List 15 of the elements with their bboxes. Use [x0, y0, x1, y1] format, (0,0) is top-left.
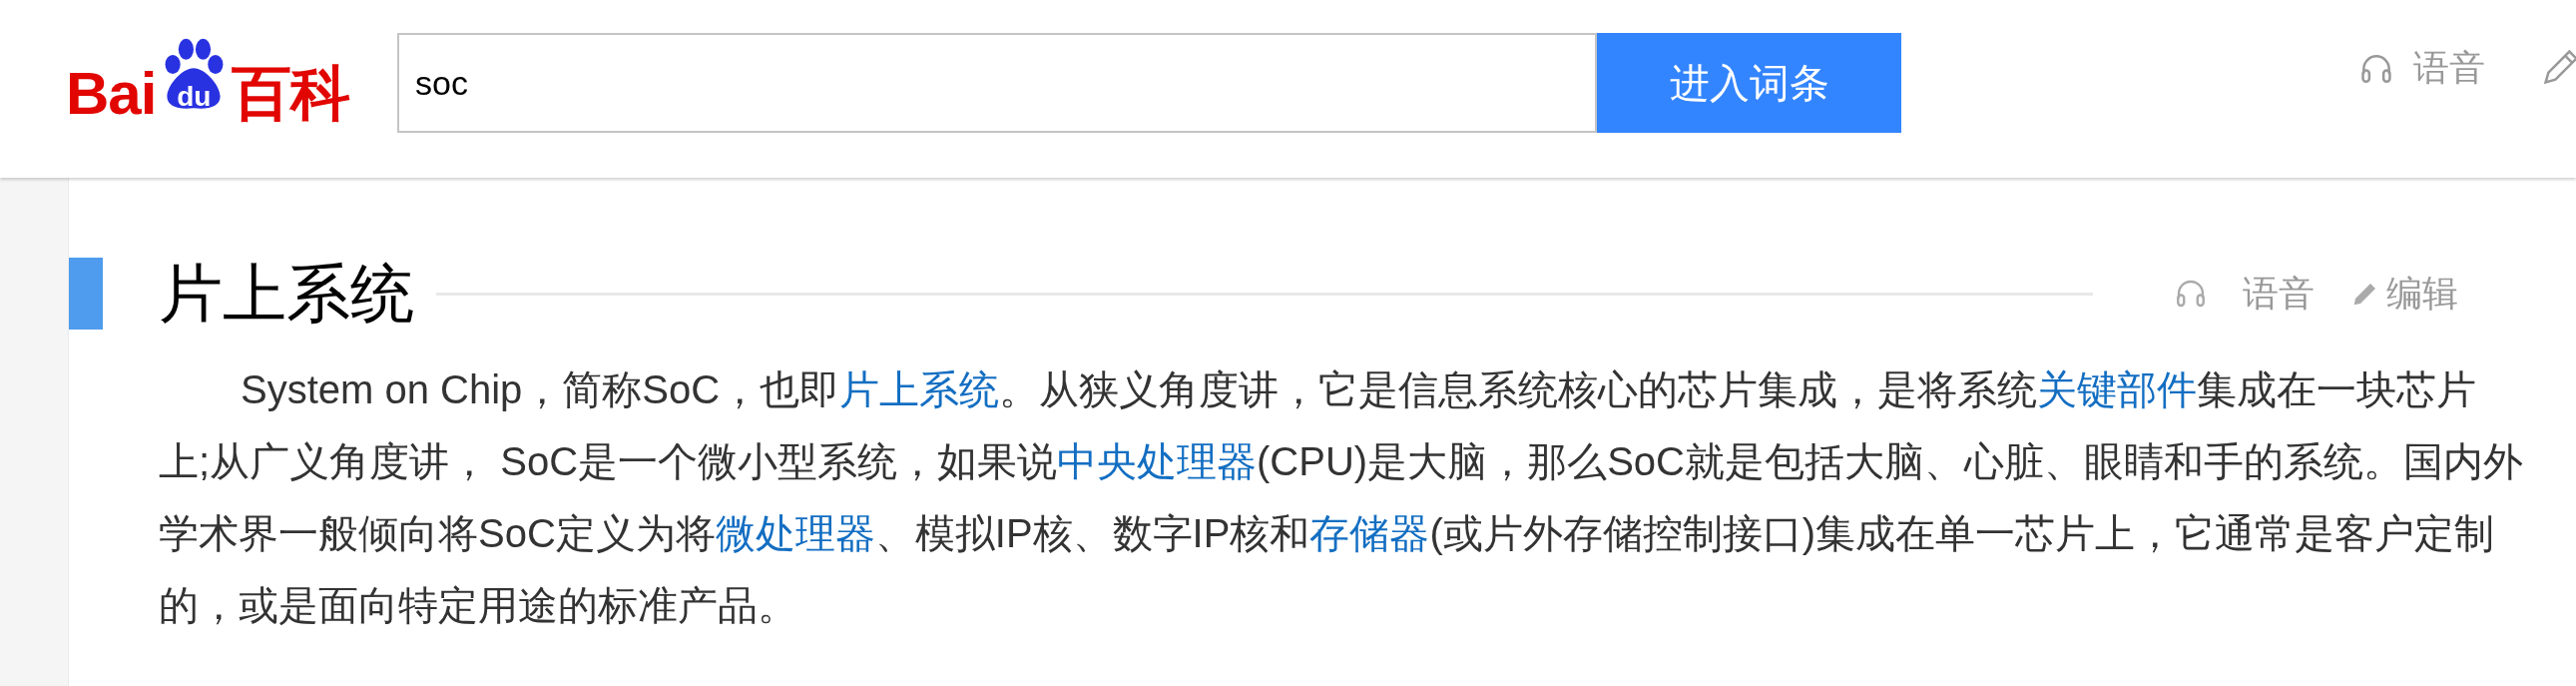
edit-link[interactable]: 编辑 — [2350, 269, 2458, 319]
search-field[interactable]: soc — [397, 33, 1597, 133]
link[interactable]: 中央处理器 — [1057, 439, 1258, 483]
paw-logo[interactable]: du — [156, 28, 233, 120]
link[interactable]: 关键部件 — [2037, 367, 2198, 411]
search-button[interactable]: 进入词条 — [1597, 33, 1901, 133]
voice-link[interactable]: 语音 — [2357, 44, 2485, 93]
voice-link[interactable]: 语音 — [2173, 269, 2315, 319]
title-marker — [69, 258, 103, 330]
link[interactable]: 微处理器 — [715, 511, 875, 555]
link[interactable]: 存储器 — [1309, 511, 1430, 555]
link[interactable]: 片上系统 — [839, 367, 1000, 411]
section-title: 片上系统 — [159, 258, 414, 330]
logo-text[interactable]: Bai — [66, 68, 157, 120]
paragraph: System on Chip，简称SoC，也即片上系统。从狭义角度讲，它是信息系统核心的芯片集成，是将系统关键部件集成在一块芯片上;从广义角度讲， SoC是一个微小型系统，如果说中央处理器(CPU)是大脑，那么SoC就是包括大脑、心脏、眼睛和手的系统。国内外学术界一般倾向将SoC定义为将微处理器、模拟IP核、数字IP核和存储器(或片外存储控制接口)集成在单一芯片上，它通常是客户定制的，或是面向特定用途的标准产品。 — [159, 366, 2524, 629]
